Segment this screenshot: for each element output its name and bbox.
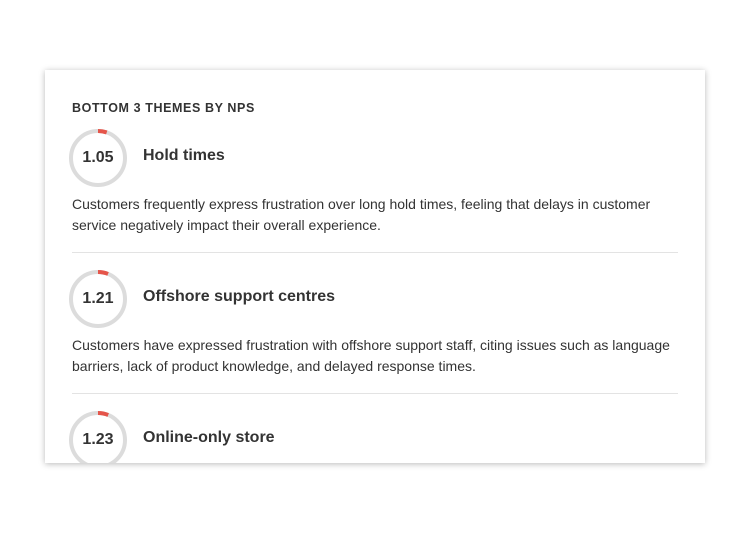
divider <box>72 252 678 253</box>
theme-name: Hold times <box>143 147 225 165</box>
score-ring: 1.05 <box>68 128 128 188</box>
themes-card: BOTTOM 3 THEMES BY NPS 1.05 Hold times C… <box>45 70 705 463</box>
score-value: 1.05 <box>68 128 128 188</box>
score-value: 1.21 <box>68 269 128 329</box>
card-title: BOTTOM 3 THEMES BY NPS <box>72 101 255 115</box>
score-ring: 1.21 <box>68 269 128 329</box>
theme-description: Customers frequently express frustration… <box>72 194 678 236</box>
divider <box>72 393 678 394</box>
theme-name: Online-only store <box>143 429 275 447</box>
theme-description: Customers have expressed frustration wit… <box>72 335 678 377</box>
theme-name: Offshore support centres <box>143 288 335 306</box>
score-ring: 1.23 <box>68 410 128 463</box>
score-value: 1.23 <box>68 410 128 463</box>
